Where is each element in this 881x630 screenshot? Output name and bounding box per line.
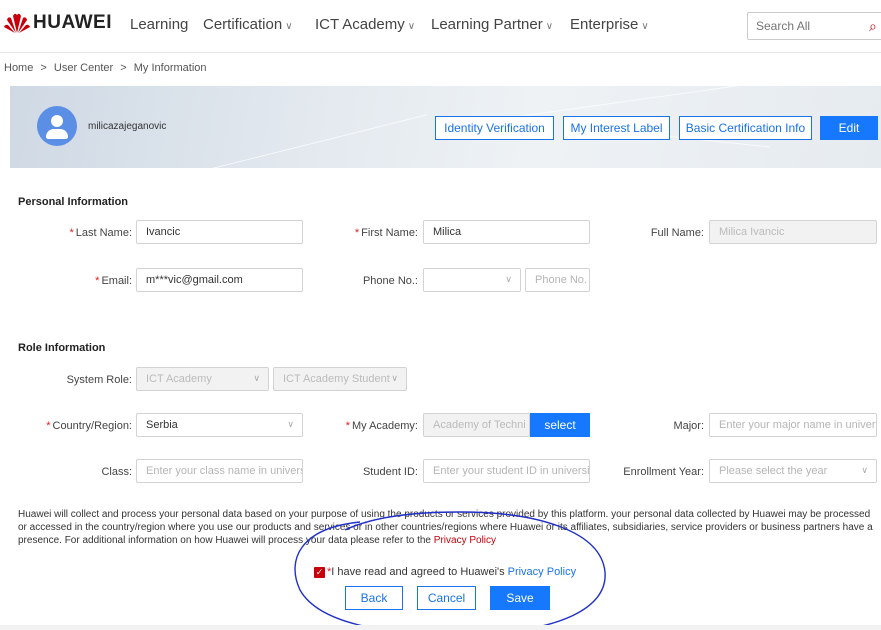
agreement-privacy-policy-link[interactable]: Privacy Policy: [508, 566, 576, 578]
user-icon-head: [51, 115, 63, 127]
my-academy-label: * My Academy:: [320, 420, 418, 432]
enrollment-year-select[interactable]: Please select the year ∨: [709, 459, 877, 483]
breadcrumb-user-center[interactable]: User Center: [54, 62, 113, 74]
select-academy-button[interactable]: select: [530, 413, 590, 437]
cancel-button[interactable]: Cancel: [417, 586, 476, 610]
major-placeholder: Enter your major name in univer: [719, 419, 876, 431]
identity-verification-button[interactable]: Identity Verification: [435, 116, 554, 140]
chevron-down-icon: ∨: [505, 274, 512, 284]
phone-country-code-select[interactable]: ∨: [423, 268, 521, 292]
last-name-label: * Last Name:: [50, 227, 132, 239]
footer-strip: [0, 625, 881, 630]
back-button[interactable]: Back: [345, 586, 403, 610]
student-id-placeholder: Enter your student ID in universi: [433, 465, 590, 477]
enrollment-year-label: Enrollment Year:: [623, 466, 704, 478]
phone-label: Phone No.:: [362, 275, 418, 287]
class-input[interactable]: Enter your class name in universi: [136, 459, 303, 483]
chevron-down-icon: ∨: [545, 21, 554, 32]
avatar[interactable]: [37, 106, 77, 146]
agreement-row: ✓ * I have read and agreed to Huawei's P…: [314, 566, 576, 578]
breadcrumb: Home > User Center > My Information: [4, 62, 211, 74]
personal-information-title: Personal Information: [18, 196, 129, 208]
brand-name: HUAWEI: [33, 12, 112, 33]
nav-learning-label: Learning: [130, 16, 189, 33]
chevron-down-icon: ∨: [641, 21, 649, 32]
last-name-field[interactable]: Ivancic: [136, 220, 303, 244]
country-region-select[interactable]: Serbia ∨: [136, 413, 303, 437]
email-label-text: Email:: [101, 275, 132, 287]
system-role-label: System Role:: [66, 374, 132, 386]
required-marker: *: [46, 420, 51, 432]
edit-button[interactable]: Edit: [820, 116, 878, 140]
chevron-down-icon: ∨: [861, 465, 868, 475]
chevron-down-icon: ∨: [287, 419, 294, 429]
system-subrole-select: ICT Academy Student ∨: [273, 367, 407, 391]
breadcrumb-separator: >: [120, 62, 127, 74]
my-academy-field: Academy of Techni: [423, 413, 530, 437]
chevron-down-icon: ∨: [285, 21, 293, 32]
nav-enterprise[interactable]: Enterprise ∨: [570, 16, 649, 33]
email-field[interactable]: m***vic@gmail.com: [136, 268, 303, 292]
required-marker: *: [354, 227, 360, 239]
class-label: Class:: [101, 466, 132, 478]
first-name-label: * First Name:: [336, 227, 418, 239]
nav-certification[interactable]: Certification ∨: [203, 16, 293, 33]
required-marker: *: [95, 275, 100, 287]
breadcrumb-separator: >: [40, 62, 47, 74]
breadcrumb-current-page: My Information: [133, 62, 207, 74]
country-region-label-text: Country/Region:: [52, 420, 133, 432]
phone-number-input[interactable]: Phone No.: [525, 268, 590, 292]
nav-ict-academy-label: ICT Academy: [315, 16, 405, 33]
nav-learning-partner[interactable]: Learning Partner ∨: [431, 16, 553, 33]
country-region-value: Serbia: [146, 419, 178, 431]
phone-placeholder: Phone No.: [535, 274, 587, 286]
nav-learning[interactable]: Learning: [130, 16, 188, 33]
huawei-flower-icon: [4, 13, 30, 33]
agreement-text: I have read and agreed to Huawei's: [331, 566, 505, 578]
search-input[interactable]: [748, 13, 864, 39]
chevron-down-icon: ∨: [253, 373, 260, 383]
chevron-down-icon: ∨: [391, 373, 398, 383]
my-academy-label-text: My Academy:: [351, 420, 418, 432]
privacy-policy-link[interactable]: Privacy Policy: [434, 535, 496, 546]
full-name-field: Milica Ivancic: [709, 220, 877, 244]
first-name-label-text: First Name:: [361, 227, 418, 239]
system-role-select: ICT Academy ∨: [136, 367, 269, 391]
privacy-notice: Huawei will collect and process your per…: [18, 508, 880, 547]
nav-certification-label: Certification: [203, 16, 283, 33]
banner-decoration: [213, 114, 427, 168]
nav-ict-academy[interactable]: ICT Academy ∨: [315, 16, 415, 33]
country-region-label: * Country/Region:: [30, 420, 132, 432]
first-name-field[interactable]: Milica: [423, 220, 590, 244]
search-icon[interactable]: ⌕: [869, 18, 877, 35]
system-subrole-value: ICT Academy Student: [283, 373, 390, 385]
chevron-down-icon: ∨: [407, 21, 416, 32]
role-information-title: Role Information: [18, 342, 106, 354]
my-interest-label-button[interactable]: My Interest Label: [563, 116, 670, 140]
username: milicazajeganovic: [88, 121, 167, 132]
user-icon-body: [46, 129, 68, 139]
required-marker: *: [345, 420, 350, 432]
search-box: ⌕: [747, 12, 881, 40]
system-role-value: ICT Academy: [146, 373, 212, 385]
major-label: Major:: [673, 420, 704, 432]
nav-learning-partner-label: Learning Partner: [431, 16, 543, 33]
enrollment-year-placeholder: Please select the year: [719, 465, 828, 477]
top-navigation-bar: HUAWEI Learning Certification ∨ ICT Acade…: [0, 0, 881, 53]
nav-enterprise-label: Enterprise: [570, 16, 639, 33]
required-marker: *: [69, 227, 74, 239]
save-button[interactable]: Save: [490, 586, 550, 610]
basic-certification-info-button[interactable]: Basic Certification Info: [679, 116, 812, 140]
class-placeholder: Enter your class name in universi: [146, 465, 303, 477]
student-id-input[interactable]: Enter your student ID in universi: [423, 459, 590, 483]
breadcrumb-home[interactable]: Home: [4, 62, 33, 74]
full-name-label: Full Name:: [650, 227, 704, 239]
huawei-logo[interactable]: HUAWEI: [4, 12, 112, 34]
agreement-checkbox[interactable]: ✓: [314, 566, 325, 578]
student-id-label: Student ID:: [362, 466, 418, 478]
last-name-label-text: Last Name:: [75, 227, 132, 239]
email-label: * Email:: [50, 275, 132, 287]
major-input[interactable]: Enter your major name in univer: [709, 413, 877, 437]
